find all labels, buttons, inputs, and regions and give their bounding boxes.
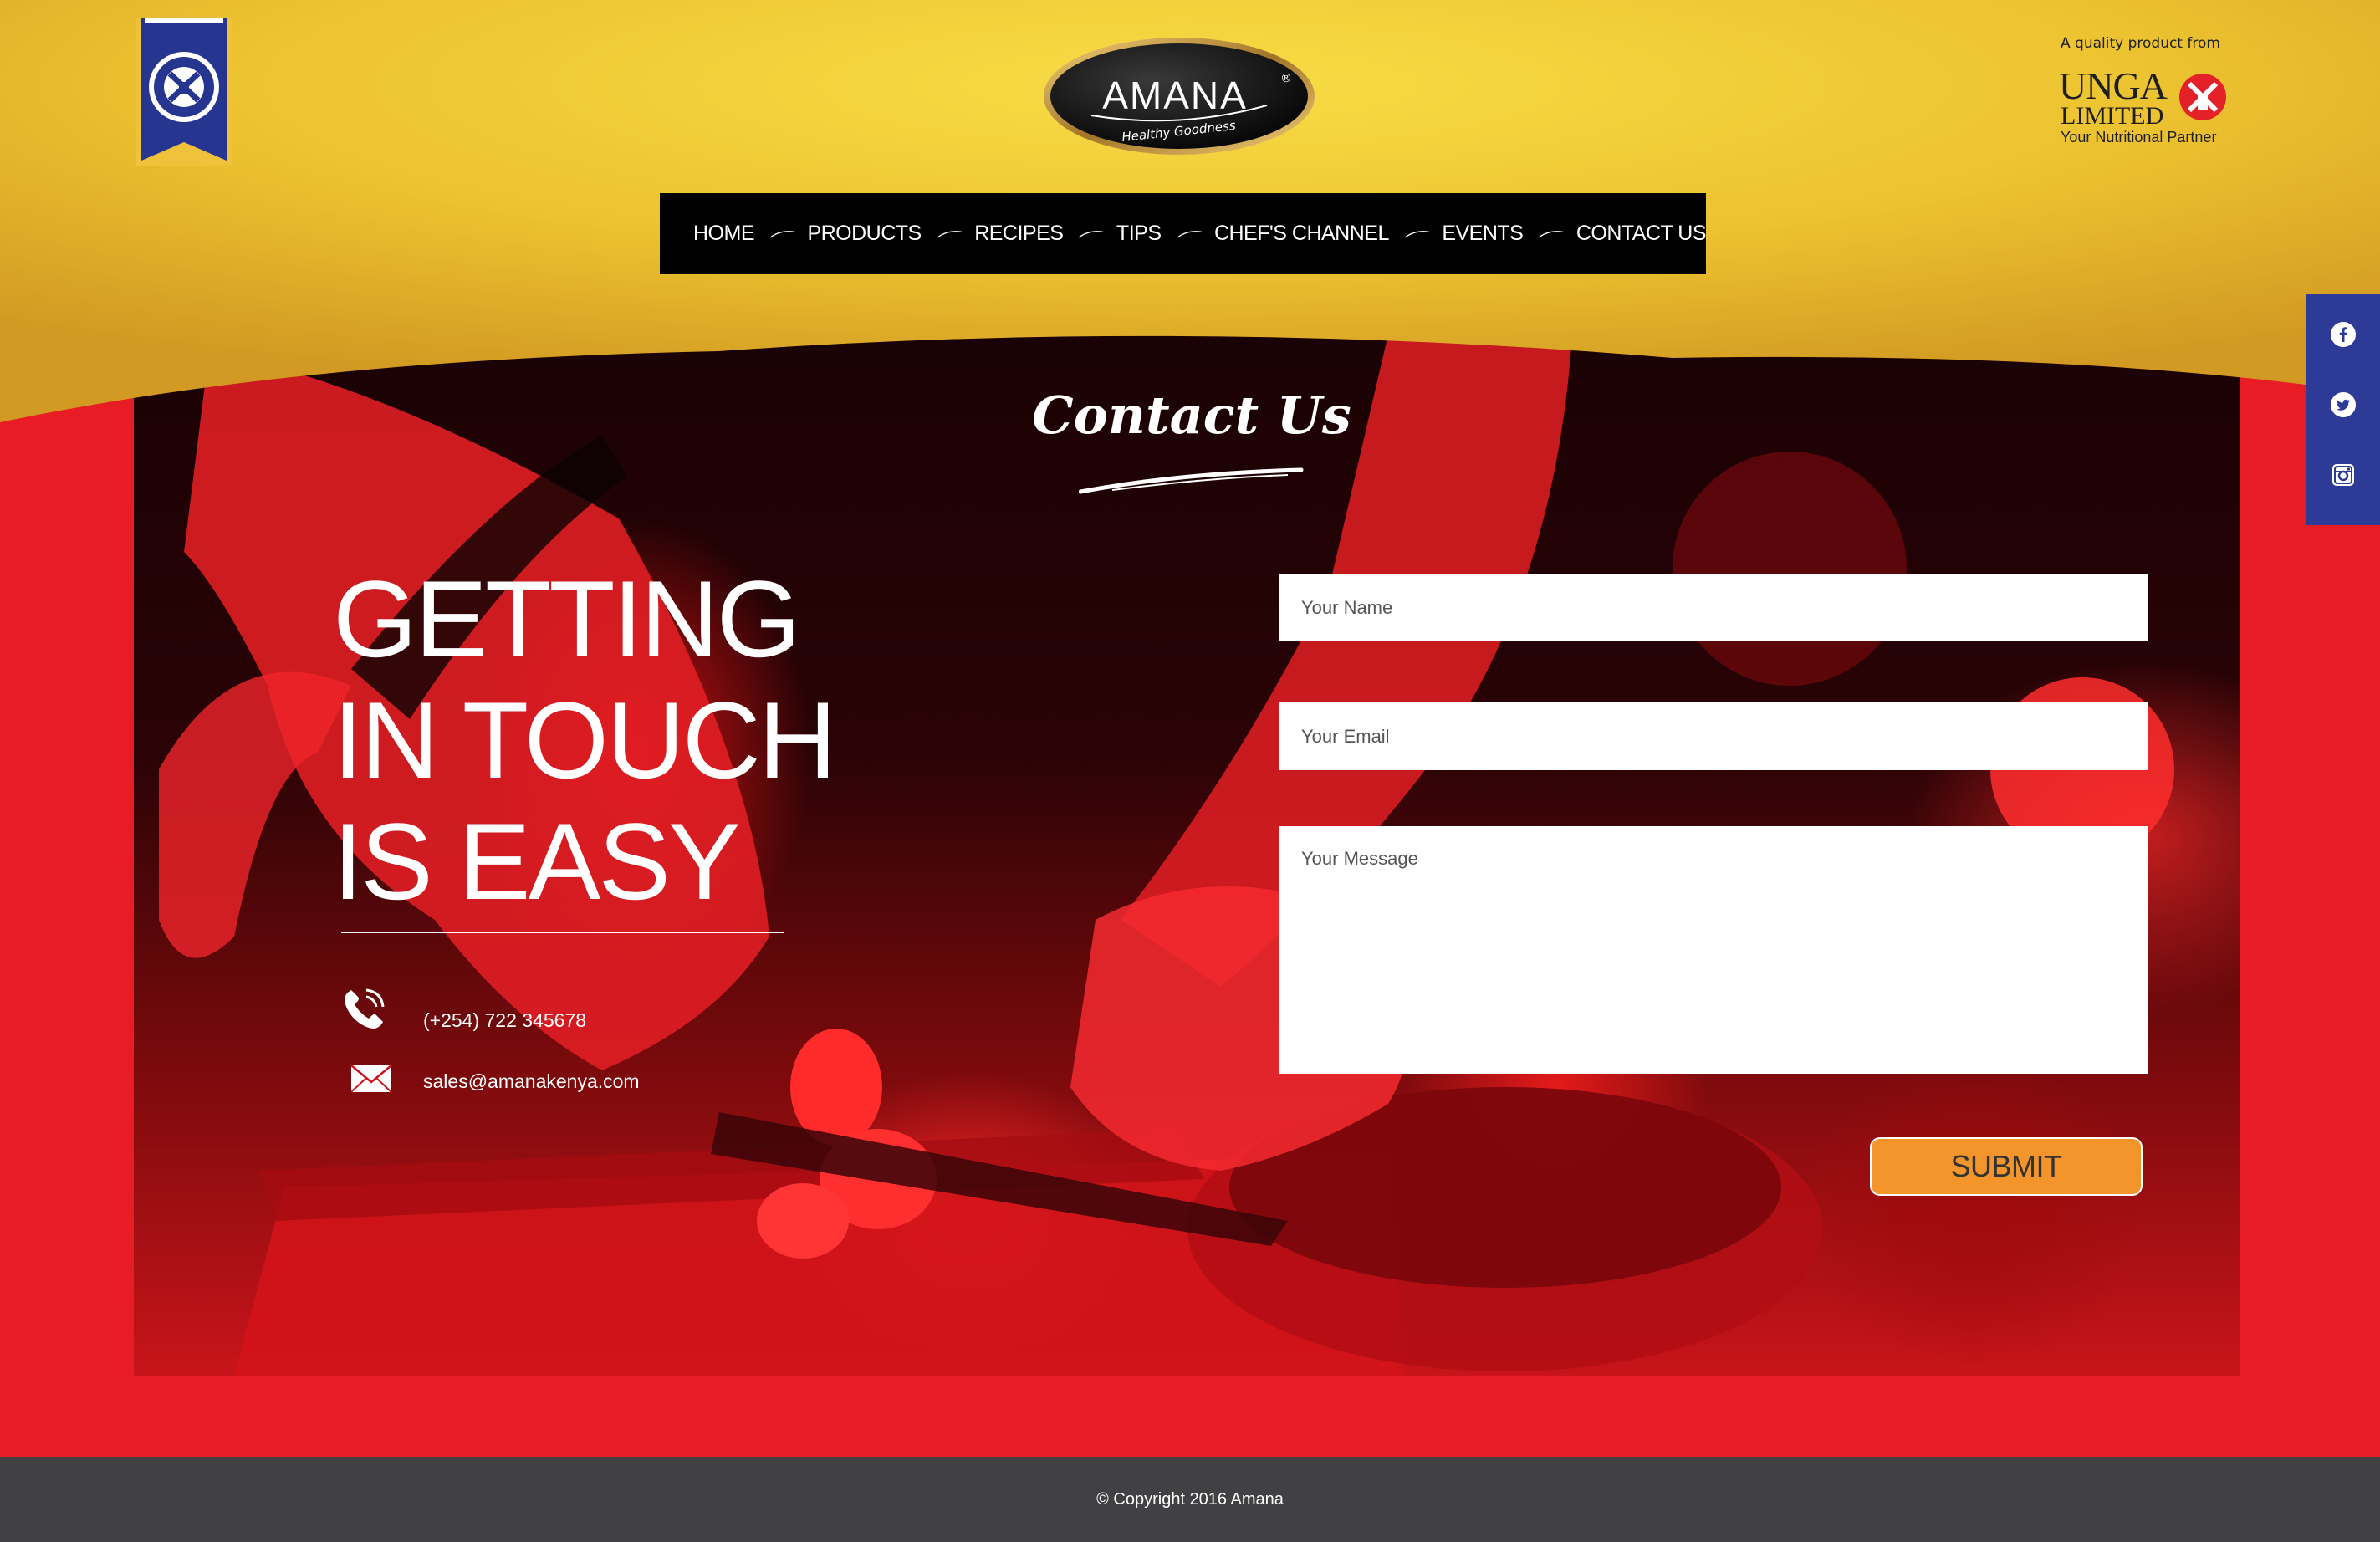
quality-badge-logo [136, 18, 232, 166]
name-input[interactable] [1279, 574, 2148, 641]
instagram-icon[interactable] [2330, 462, 2357, 488]
nav-products[interactable]: PRODUCTS [807, 222, 922, 246]
facebook-icon[interactable] [2330, 321, 2357, 348]
nav-contact-us[interactable]: CONTACT US [1576, 222, 1707, 246]
partner-slogan: Your Nutritional Partner [2061, 129, 2217, 146]
unga-limited-logo: A quality product from UNGA LIMITED Your… [2059, 33, 2234, 151]
nav-separator-icon [1539, 230, 1564, 237]
nav-recipes[interactable]: RECIPES [974, 222, 1064, 246]
footer: © Copyright 2016 Amana [0, 1457, 2380, 1542]
email-input[interactable] [1279, 702, 2148, 770]
svg-text:®: ® [1280, 72, 1292, 85]
twitter-icon[interactable] [2330, 391, 2357, 418]
headline-line: IN TOUCH [333, 679, 837, 801]
nav-separator-icon [1177, 230, 1202, 237]
headline-line: IS EASY [333, 800, 741, 922]
title-underline-decoration [1079, 467, 1304, 494]
nav-separator-icon [769, 230, 795, 237]
amana-wordmark: AMANA [1102, 74, 1248, 117]
partner-tag: A quality product from [2061, 35, 2220, 52]
social-sidebar [2306, 294, 2380, 525]
submit-button[interactable]: SUBMIT [1870, 1137, 2143, 1196]
nav-separator-icon [1079, 230, 1104, 237]
message-textarea[interactable] [1279, 826, 2148, 1074]
nav-chefs-channel[interactable]: CHEF'S CHANNEL [1214, 222, 1389, 246]
page-title: Contact Us [1032, 385, 1351, 446]
headline: GETTING IN TOUCH IS EASY [333, 558, 837, 922]
nav-events[interactable]: EVENTS [1442, 222, 1524, 246]
amana-logo: AMANA ® Healthy Goodness [1044, 38, 1315, 155]
phone-icon [345, 988, 385, 1029]
copyright-text: © Copyright 2016 Amana [1096, 1489, 1284, 1509]
envelope-icon [350, 1065, 392, 1093]
email-address: sales@amanakenya.com [423, 1070, 640, 1092]
nav-separator-icon [1404, 230, 1430, 237]
main-navigation: HOME PRODUCTS RECIPES TIPS CHEF'S CHANNE… [660, 193, 1707, 274]
divider [341, 932, 784, 933]
nav-tips[interactable]: TIPS [1116, 222, 1162, 246]
phone-number: (+254) 722 345678 [423, 1009, 587, 1031]
headline-line: GETTING [333, 558, 801, 680]
nav-separator-icon [937, 230, 962, 237]
nav-home[interactable]: HOME [693, 222, 755, 246]
partner-name-suffix: LIMITED [2061, 102, 2164, 130]
windmill-icon [2179, 74, 2226, 120]
